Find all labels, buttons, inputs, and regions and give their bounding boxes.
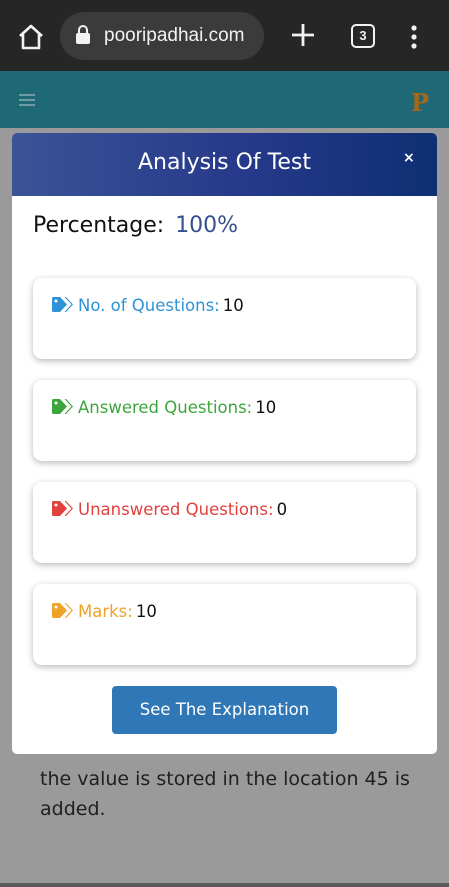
stat-card-marks: Marks: 10 <box>33 584 416 665</box>
analysis-modal: Analysis Of Test × Percentage: 100% No. … <box>12 133 437 754</box>
tag-icon <box>52 297 73 312</box>
close-button[interactable]: × <box>403 150 415 166</box>
stat-value: 10 <box>135 602 157 621</box>
percentage-label: Percentage: <box>33 213 165 238</box>
url-text: pooripadhai.com <box>104 25 245 46</box>
stat-value: 10 <box>222 296 244 315</box>
see-explanation-button[interactable]: See The Explanation <box>112 686 337 734</box>
stat-label: Answered Questions: <box>78 398 253 417</box>
percentage-value: 100% <box>175 213 239 238</box>
percentage-line: Percentage: 100% <box>33 213 238 238</box>
modal-header: Analysis Of Test × <box>12 133 437 196</box>
stat-value: 10 <box>255 398 277 417</box>
more-options-icon[interactable] <box>404 24 424 50</box>
stat-value: 0 <box>276 500 288 519</box>
home-icon[interactable] <box>16 22 46 52</box>
site-logo[interactable]: P <box>411 88 429 117</box>
stat-card-answered: Answered Questions: 10 <box>33 380 416 461</box>
browser-toolbar: pooripadhai.com 3 <box>0 0 449 71</box>
stat-label: Marks: <box>78 602 133 621</box>
tag-icon <box>52 501 73 516</box>
lock-icon <box>76 25 90 44</box>
address-bar[interactable]: pooripadhai.com <box>60 12 264 60</box>
tab-switcher-button[interactable]: 3 <box>351 24 375 48</box>
stat-label: Unanswered Questions: <box>78 500 274 519</box>
system-nav-bar <box>0 883 449 887</box>
modal-title: Analysis Of Test <box>137 150 311 175</box>
stat-label: No. of Questions: <box>78 296 220 315</box>
site-navbar: P <box>0 71 449 128</box>
background-content-text: the value is stored in the location 45 i… <box>40 768 410 820</box>
tag-icon <box>52 399 73 414</box>
stat-card-questions: No. of Questions: 10 <box>33 278 416 359</box>
hamburger-menu-icon[interactable] <box>19 93 35 107</box>
new-tab-icon[interactable] <box>288 20 318 50</box>
stat-card-unanswered: Unanswered Questions: 0 <box>33 482 416 563</box>
tag-icon <box>52 603 73 618</box>
